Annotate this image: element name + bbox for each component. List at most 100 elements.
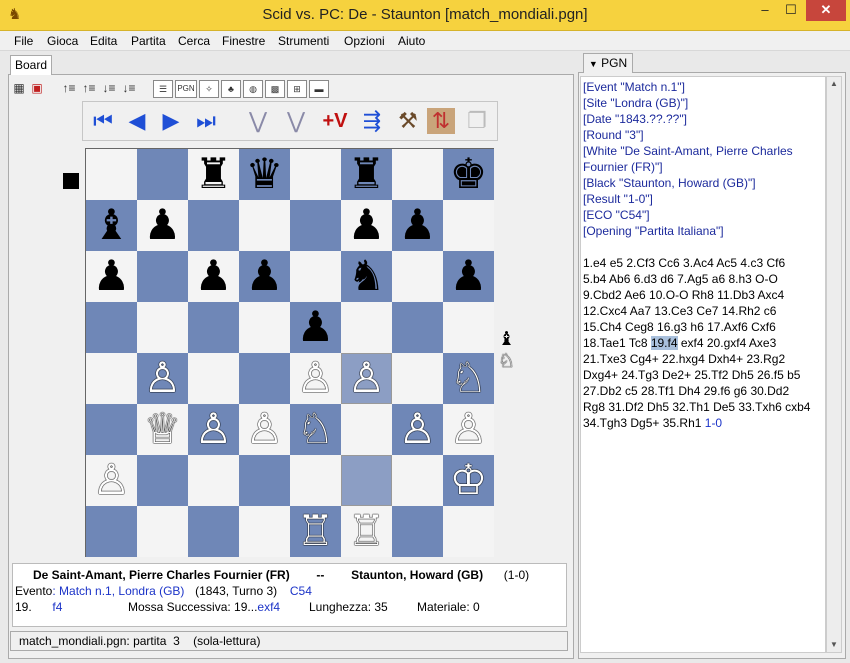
- menu-partita[interactable]: Partita: [131, 34, 166, 48]
- square-a1[interactable]: [86, 506, 137, 557]
- square-c6[interactable]: ♟: [188, 251, 239, 302]
- white-player-name[interactable]: De Saint-Amant, Pierre Charles Fournier …: [33, 568, 290, 582]
- piece-f7[interactable]: ♟: [348, 200, 386, 249]
- square-c8[interactable]: ♜: [188, 149, 239, 200]
- square-a7[interactable]: ♝: [86, 200, 137, 251]
- menu-strumenti[interactable]: Strumenti: [278, 34, 329, 48]
- pgn-moves-line-current[interactable]: 18.Tae1 Tc8 19.f4 exf4 20.gxf4 Axe3: [583, 335, 825, 351]
- flip-board-button[interactable]: ⇅: [427, 108, 455, 134]
- black-player-name[interactable]: Staunton, Howard (GB): [351, 568, 483, 582]
- piece-f1[interactable]: ♖: [348, 506, 386, 555]
- previous-move-button[interactable]: ◀: [123, 108, 151, 134]
- square-d5[interactable]: [239, 302, 290, 353]
- scroll-up-icon[interactable]: ▲: [827, 77, 841, 91]
- square-e1[interactable]: ♖: [290, 506, 341, 557]
- tab-board[interactable]: Board: [10, 55, 52, 75]
- crosstable-icon[interactable]: ▩: [265, 80, 285, 98]
- engine-icon[interactable]: ▬: [309, 80, 329, 98]
- piece-h3[interactable]: ♙: [450, 404, 488, 453]
- last-move-button[interactable]: ⏭: [190, 108, 222, 134]
- menu-gioca[interactable]: Gioca: [47, 34, 78, 48]
- square-d7[interactable]: [239, 200, 290, 251]
- next-move-link[interactable]: exf4: [257, 600, 280, 614]
- piece-e3[interactable]: ♘: [297, 404, 335, 453]
- piece-f4[interactable]: ♙: [348, 353, 386, 402]
- square-f8[interactable]: ♜: [341, 149, 392, 200]
- pgn-window-icon[interactable]: PGN: [175, 80, 197, 98]
- piece-e5[interactable]: ♟: [297, 302, 335, 351]
- piece-f8[interactable]: ♜: [348, 149, 386, 198]
- square-e7[interactable]: [290, 200, 341, 251]
- sort-up-icon[interactable]: ↑≡: [60, 80, 78, 98]
- piece-e1[interactable]: ♖: [297, 506, 335, 555]
- exit-variation-button[interactable]: ⋁: [243, 108, 273, 134]
- piece-c6[interactable]: ♟: [195, 251, 233, 300]
- square-f1[interactable]: ♖: [341, 506, 392, 557]
- square-c2[interactable]: [188, 455, 239, 506]
- piece-a6[interactable]: ♟: [93, 251, 131, 300]
- menu-opzioni[interactable]: Opzioni: [344, 34, 385, 48]
- square-e4[interactable]: ♙: [290, 353, 341, 404]
- eco-link[interactable]: C54: [290, 584, 312, 598]
- enter-variation-button[interactable]: ⋁: [279, 108, 313, 134]
- square-a2[interactable]: ♙: [86, 455, 137, 506]
- piece-b4[interactable]: ♙: [144, 353, 182, 402]
- engine-move-button[interactable]: ⚒: [395, 108, 421, 134]
- square-f4[interactable]: ♙: [341, 353, 392, 404]
- piece-c3[interactable]: ♙: [195, 404, 233, 453]
- pgn-moves-text[interactable]: 34.Tgh3 Dg5+ 35.Rh1: [583, 416, 705, 430]
- square-g3[interactable]: ♙: [392, 404, 443, 455]
- piece-g7[interactable]: ♟: [399, 200, 437, 249]
- square-b8[interactable]: [137, 149, 188, 200]
- autoplay-button[interactable]: ⇶: [357, 108, 387, 134]
- square-c5[interactable]: [188, 302, 239, 353]
- square-b2[interactable]: [137, 455, 188, 506]
- tree-tool-icon[interactable]: ✧: [199, 80, 219, 98]
- square-h4[interactable]: ♘: [443, 353, 494, 404]
- piece-f6[interactable]: ♞: [348, 251, 386, 300]
- square-d1[interactable]: [239, 506, 290, 557]
- square-c1[interactable]: [188, 506, 239, 557]
- pgn-current-move[interactable]: 19.f4: [650, 336, 678, 350]
- menu-finestre[interactable]: Finestre: [222, 34, 265, 48]
- menu-edita[interactable]: Edita: [90, 34, 117, 48]
- pgn-moves-line[interactable]: 5.b4 Ab6 6.d3 d6 7.Ag5 a6 8.h3 O-O: [583, 271, 825, 287]
- next-move-button[interactable]: ▶: [157, 108, 185, 134]
- pgn-text-area[interactable]: [Event "Match n.1"] [Site "Londra (GB)"]…: [580, 76, 826, 653]
- piece-h2[interactable]: ♔: [450, 455, 488, 504]
- pgn-moves-line[interactable]: 15.Ch4 Ceg8 16.g3 h6 17.Axf6 Cxf6: [583, 319, 825, 335]
- piece-b7[interactable]: ♟: [144, 200, 182, 249]
- pgn-moves-line[interactable]: 1.e4 e5 2.Cf3 Cc6 3.Ac4 Ac5 4.c3 Cf6: [583, 255, 825, 271]
- square-d6[interactable]: ♟: [239, 251, 290, 302]
- tree-icon[interactable]: ♣: [221, 80, 241, 98]
- close-button[interactable]: ✕: [806, 0, 846, 21]
- square-g4[interactable]: [392, 353, 443, 404]
- square-c7[interactable]: [188, 200, 239, 251]
- square-g6[interactable]: [392, 251, 443, 302]
- square-b1[interactable]: [137, 506, 188, 557]
- square-b6[interactable]: [137, 251, 188, 302]
- tab-pgn[interactable]: ▼ PGN: [583, 53, 633, 73]
- pgn-moves-line[interactable]: 9.Cbd2 Ae6 10.O-O Rh8 11.Db3 Axc4: [583, 287, 825, 303]
- square-e3[interactable]: ♘: [290, 404, 341, 455]
- maximize-button[interactable]: ☐: [778, 0, 804, 21]
- piece-e4[interactable]: ♙: [297, 353, 335, 402]
- menu-aiuto[interactable]: Aiuto: [398, 34, 425, 48]
- menu-file[interactable]: File: [14, 34, 33, 48]
- piece-h4[interactable]: ♘: [450, 353, 488, 402]
- square-f5[interactable]: [341, 302, 392, 353]
- square-h5[interactable]: [443, 302, 494, 353]
- square-c4[interactable]: [188, 353, 239, 404]
- add-variation-button[interactable]: +V: [317, 108, 353, 134]
- square-h3[interactable]: ♙: [443, 404, 494, 455]
- copy-board-button[interactable]: ❐: [463, 108, 491, 134]
- square-a8[interactable]: [86, 149, 137, 200]
- first-move-button[interactable]: ⏮: [87, 108, 119, 134]
- square-h7[interactable]: [443, 200, 494, 251]
- piece-d6[interactable]: ♟: [246, 251, 284, 300]
- board-save-icon[interactable]: ▦: [12, 80, 26, 98]
- piece-b3[interactable]: ♕: [144, 404, 182, 453]
- square-h8[interactable]: ♚: [443, 149, 494, 200]
- square-h6[interactable]: ♟: [443, 251, 494, 302]
- piece-h6[interactable]: ♟: [450, 251, 488, 300]
